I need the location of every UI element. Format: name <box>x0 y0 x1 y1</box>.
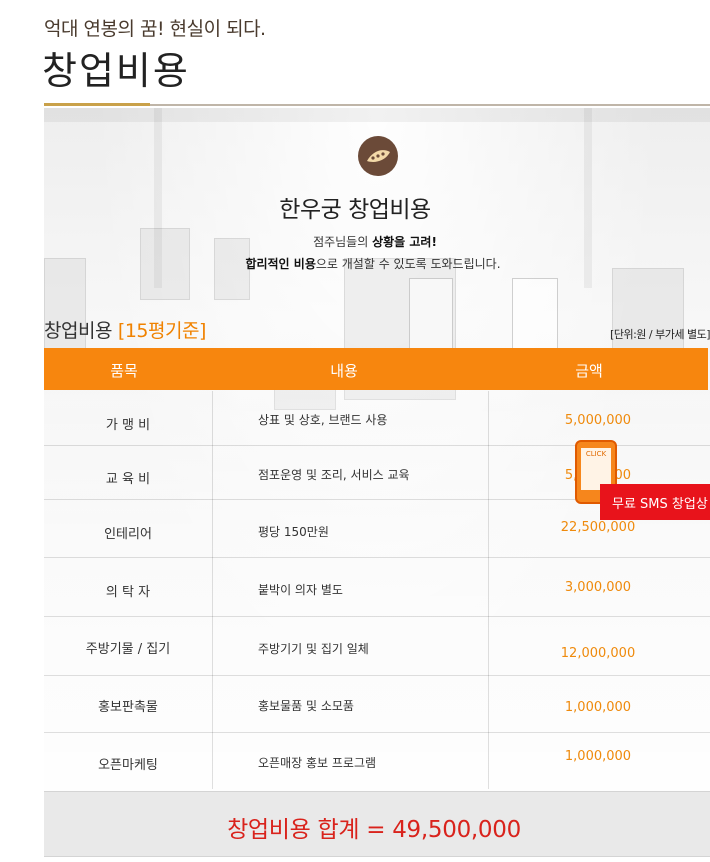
intro-line-1: 점주님들의 상황을 고려! <box>313 235 437 249</box>
row-item: 교 육 비 <box>105 472 151 487</box>
cost-table-header: 품목 내용 금액 <box>44 348 708 390</box>
row-desc: 평당 150만원 <box>258 525 329 539</box>
table-row: 홍보판촉물 홍보물품 및 소모품 1,000,000 <box>44 676 710 733</box>
sms-consult-button[interactable]: 무료 SMS 창업상 <box>600 484 710 520</box>
header-amount: 금액 <box>575 362 603 380</box>
row-item: 주방기물 / 집기 <box>85 642 171 657</box>
row-desc: 홍보물품 및 소모품 <box>258 699 354 713</box>
area-basis-label: [15평기준] <box>117 320 206 342</box>
header-desc: 내용 <box>330 362 358 380</box>
brand-cost-heading: 한우궁 창업비용 <box>279 197 431 223</box>
row-item: 의 탁 자 <box>105 585 151 600</box>
row-item: 인테리어 <box>104 527 152 542</box>
header-item: 품목 <box>110 362 138 380</box>
row-amount: 5,000,000 <box>564 413 632 428</box>
header-subtitle: 억대 연봉의 꿈! 현실이 되다. <box>44 18 266 40</box>
total-cost-bar: 창업비용 합계 = 49,500,000 <box>44 791 710 857</box>
intro-line-2: 합리적인 비용으로 개설할 수 있도록 도와드립니다. <box>245 257 501 271</box>
row-desc: 오픈매장 홍보 프로그램 <box>258 756 377 770</box>
row-desc: 상표 및 상호, 브랜드 사용 <box>258 413 388 427</box>
row-amount: 12,000,000 <box>560 646 636 661</box>
page-title: 창업비용 <box>42 49 190 93</box>
table-row: 가 맹 비 상표 및 상호, 브랜드 사용 5,000,000 <box>44 391 710 446</box>
unit-note: [단위:원 / 부가세 별도] <box>610 328 710 341</box>
row-desc: 점포운영 및 조리, 서비스 교육 <box>258 468 410 482</box>
table-row: 오픈마케팅 오픈매장 홍보 프로그램 1,000,000 <box>44 733 710 789</box>
sms-banner-label: 무료 SMS 창업상 <box>612 497 708 512</box>
row-amount: 22,500,000 <box>560 520 636 535</box>
total-cost-text: 창업비용 합계 = 49,500,000 <box>227 817 521 843</box>
row-amount: 1,000,000 <box>564 700 632 715</box>
title-divider-accent <box>44 103 150 106</box>
cost-section-title: 창업비용 [15평기준] <box>44 320 206 342</box>
row-desc: 붙박이 의자 별도 <box>258 583 343 597</box>
row-item: 가 맹 비 <box>105 418 151 433</box>
table-row: 의 탁 자 붙박이 의자 별도 3,000,000 <box>44 558 710 617</box>
brand-logo-icon <box>358 136 398 176</box>
row-item: 오픈마케팅 <box>98 758 158 773</box>
row-amount: 1,000,000 <box>564 749 632 764</box>
startup-cost-page: 억대 연봉의 꿈! 현실이 되다. 창업비용 한우궁 창업비용 점주님들의 상황… <box>0 0 710 862</box>
row-desc: 주방기기 및 집기 일체 <box>258 642 369 656</box>
row-item: 홍보판촉물 <box>98 700 158 715</box>
row-amount: 3,000,000 <box>564 580 632 595</box>
table-row: 주방기물 / 집기 주방기기 및 집기 일체 12,000,000 <box>44 617 710 676</box>
